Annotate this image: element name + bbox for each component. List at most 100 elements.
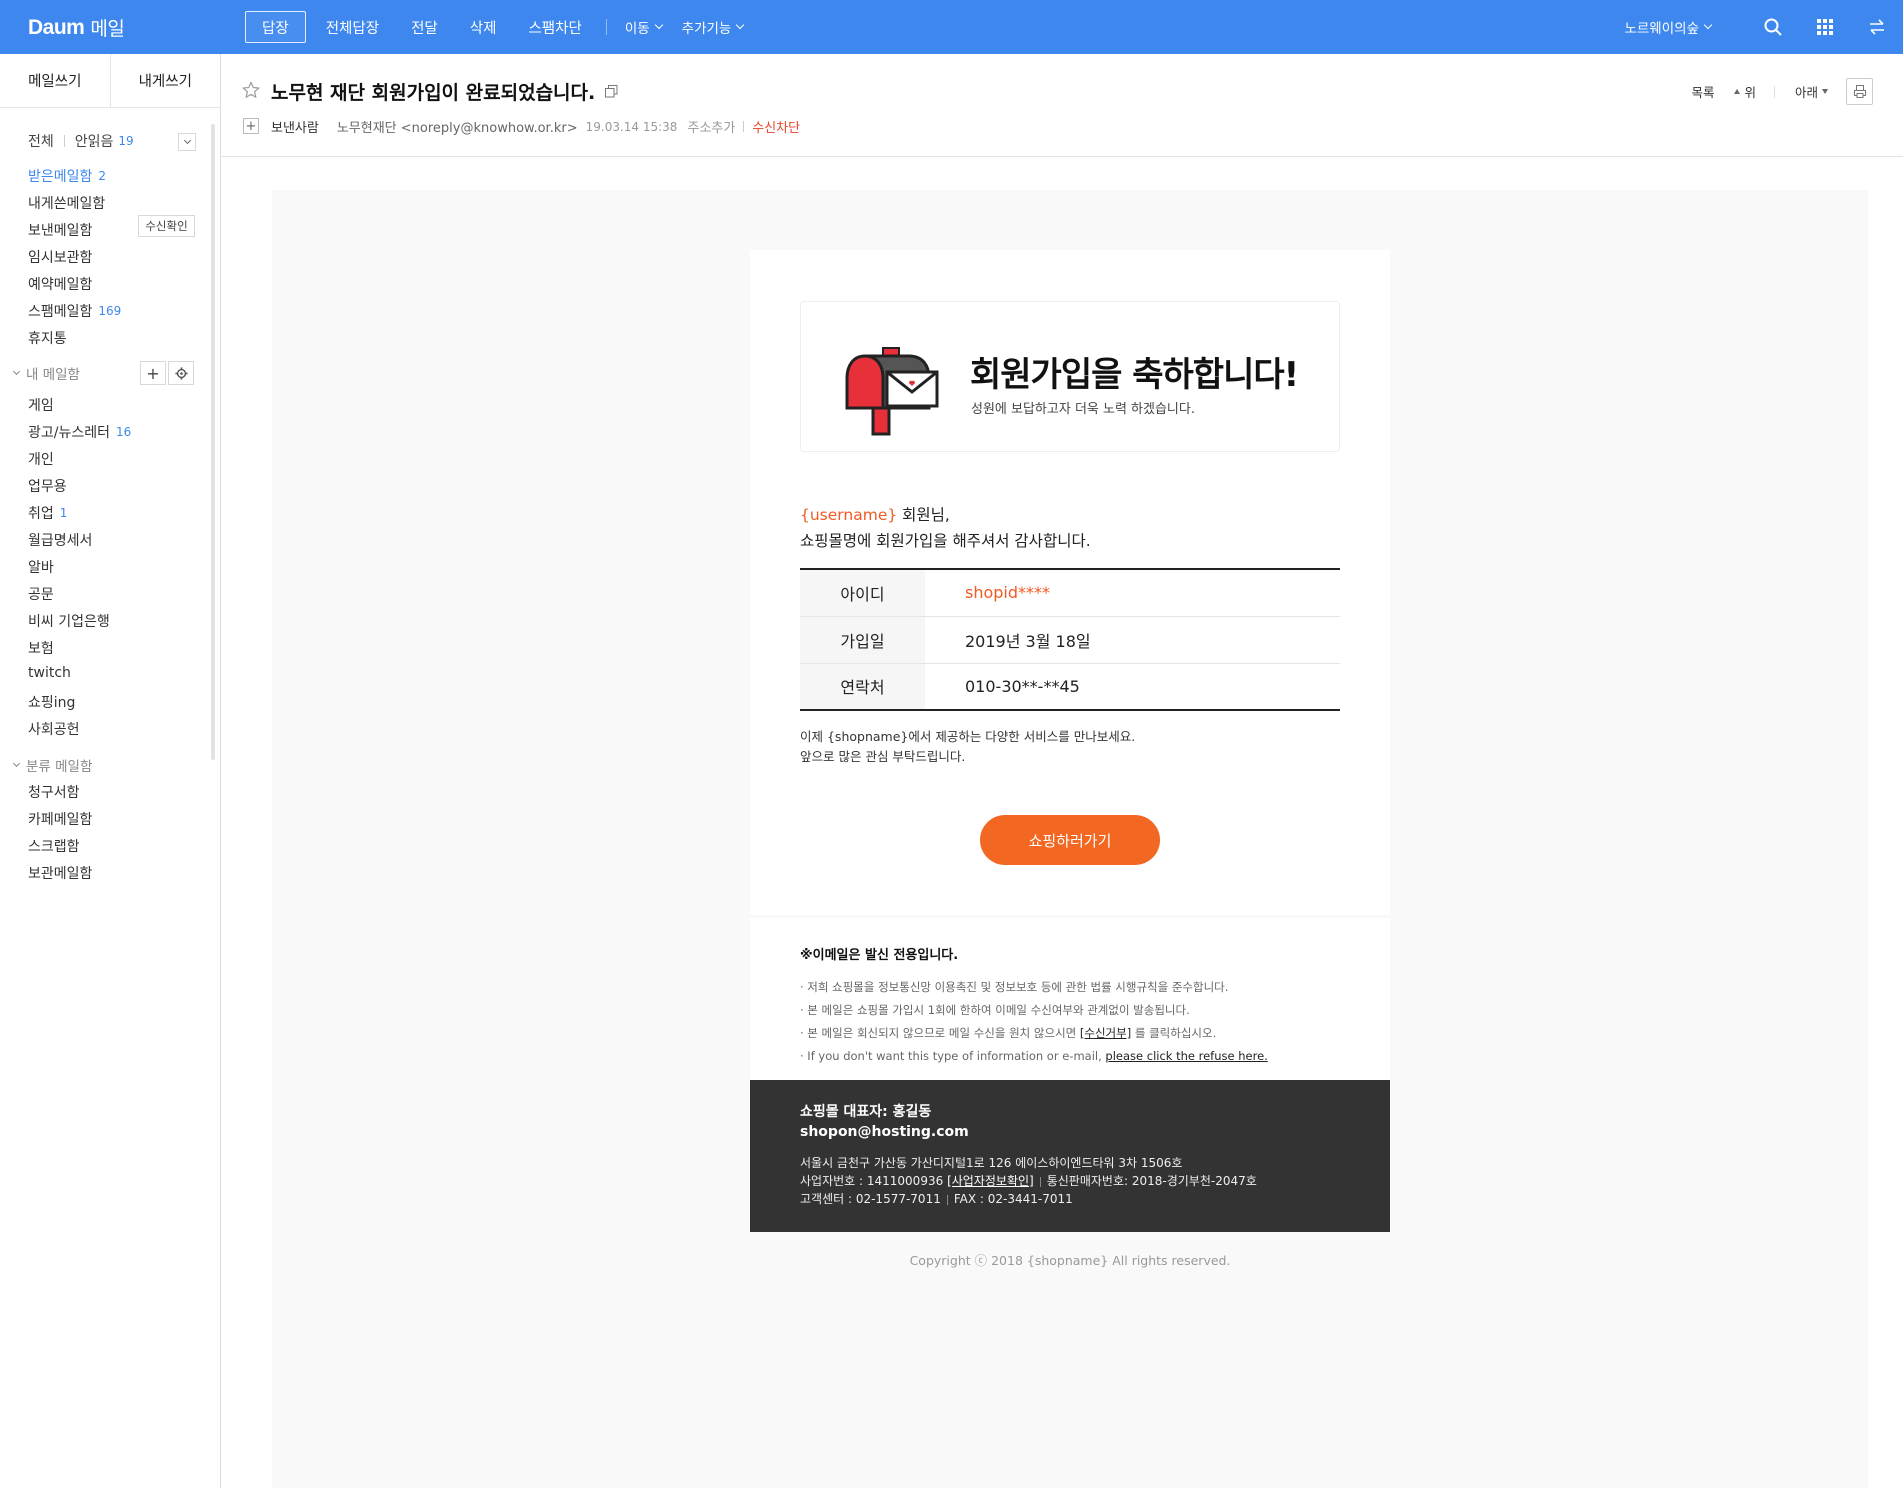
sidebar-item-ads[interactable]: 광고/뉴스레터 16: [28, 422, 131, 442]
sender-address[interactable]: 노무현재단 <noreply@knowhow.or.kr>: [337, 117, 578, 136]
folder-count: 2: [98, 169, 107, 183]
folder-label: 쇼핑ing: [28, 695, 76, 711]
read-receipt-button[interactable]: 수신확인: [138, 215, 195, 237]
mail-filter-row: 전체 안읽음 19: [28, 131, 134, 151]
cta-wrapper: 쇼핑하러가기: [800, 815, 1340, 865]
business-info-link[interactable]: [사업자정보확인]: [947, 1174, 1034, 1188]
info-value: shopid****: [925, 569, 1340, 617]
folder-label: 카페메일함: [28, 812, 93, 828]
sidebar-item-jobs[interactable]: 취업 1: [28, 503, 67, 523]
sidebar-item-to-self[interactable]: 내게쓴메일함: [28, 193, 105, 213]
hero-title: 회원가입을 축하합니다!: [970, 355, 1299, 395]
print-button[interactable]: [1846, 78, 1873, 105]
folder-label: 임시보관함: [28, 250, 93, 266]
hero-subtitle: 성원에 보답하고자 더욱 노력 하겠습니다.: [971, 402, 1195, 417]
sidebar-item-shopping[interactable]: 쇼핑ing: [28, 692, 75, 712]
mailbox-icon: [845, 347, 939, 436]
block-sender-link[interactable]: 수신차단: [752, 117, 800, 136]
sidebar-item-personal[interactable]: 개인: [28, 449, 54, 469]
unsubscribe-link[interactable]: [수신거부]: [1080, 1026, 1131, 1040]
sidebar-item-game[interactable]: 게임: [28, 395, 54, 415]
section-label: 분류 메일함: [26, 759, 93, 775]
my-mailbox-section-toggle[interactable]: 내 메일함: [12, 363, 80, 383]
category-mailbox-section-toggle[interactable]: 분류 메일함: [12, 755, 93, 775]
folder-label: 비씨 기업은행: [28, 614, 110, 630]
sidebar-item-bills[interactable]: 청구서함: [28, 782, 80, 802]
sidebar-item-inbox[interactable]: 받은메일함 2: [28, 166, 106, 186]
more-label: 추가기능: [681, 21, 732, 37]
copy-icon[interactable]: [605, 85, 618, 98]
section-label: 내 메일함: [26, 367, 80, 383]
message-header: 노무현 재단 회원가입이 완료되었습니다. + 보낸사람 노무현재단 <nore…: [222, 54, 1903, 157]
sidebar-item-cafe[interactable]: 카페메일함: [28, 809, 92, 829]
chevron-down-icon: [12, 759, 21, 767]
mail-service-label: 메일: [90, 18, 125, 40]
folder-collapse-button[interactable]: [178, 133, 196, 151]
sidebar: 메일쓰기 내게쓰기 전체 안읽음 19 받은메일함 2 내게쓴메일함 보낸메일함 …: [0, 54, 221, 1488]
folder-label: 스팸메일함: [28, 304, 93, 320]
daum-mail-logo[interactable]: Daum 메일: [28, 14, 125, 41]
prev-button[interactable]: 위: [1734, 82, 1756, 101]
folder-label: 업무용: [28, 479, 67, 495]
folder-label: 개인: [28, 452, 54, 468]
plus-icon: +: [245, 118, 257, 134]
sidebar-item-work[interactable]: 업무용: [28, 476, 67, 496]
info-key: 가입일: [800, 616, 925, 664]
folder-label: 월급명세서: [28, 533, 93, 549]
sidebar-item-twitch[interactable]: twitch: [28, 665, 71, 681]
next-button[interactable]: 아래: [1795, 82, 1828, 101]
filter-unread[interactable]: 안읽음: [75, 131, 114, 151]
sidebar-item-bank[interactable]: 비씨 기업은행: [28, 611, 110, 631]
folder-label: 보험: [28, 641, 54, 657]
sidebar-item-insurance[interactable]: 보험: [28, 638, 54, 658]
divider: [1773, 85, 1775, 98]
go-shopping-button[interactable]: 쇼핑하러가기: [980, 815, 1160, 865]
footer-address: 서울시 금천구 가산동 가산디지털1로 126 에이스하이엔드타워 3차 150…: [800, 1156, 1183, 1170]
chevron-down-icon: [12, 367, 21, 375]
sidebar-item-trash[interactable]: 휴지통: [28, 328, 67, 348]
sidebar-item-drafts[interactable]: 임시보관함: [28, 247, 92, 267]
switch-view-button[interactable]: [1851, 0, 1903, 54]
sidebar-item-scrap[interactable]: 스크랩함: [28, 836, 80, 856]
forward-button[interactable]: 전달: [395, 11, 454, 43]
notice-line-1: · 저희 쇼핑몰을 정보통신망 이용촉진 및 정보보호 등에 관한 법률 시행규…: [800, 980, 1229, 994]
reply-button[interactable]: 답장: [245, 11, 306, 43]
sidebar-item-official[interactable]: 공문: [28, 584, 54, 604]
sidebar-item-payslip[interactable]: 월급명세서: [28, 530, 92, 550]
sidebar-scrollbar[interactable]: [211, 124, 215, 760]
sidebar-item-social[interactable]: 사회공헌: [28, 719, 80, 739]
move-dropdown[interactable]: 이동: [615, 11, 672, 43]
folder-label: 예약메일함: [28, 277, 93, 293]
greeting-line-1: {username} 회원님,: [800, 502, 1340, 528]
filter-all[interactable]: 전체: [28, 131, 54, 151]
user-menu[interactable]: 노르웨이의숲: [1624, 17, 1713, 37]
list-button[interactable]: 목록: [1691, 82, 1714, 101]
sidebar-item-spam[interactable]: 스팸메일함 169: [28, 301, 121, 321]
add-contact-link[interactable]: 주소추가: [687, 117, 735, 136]
sidebar-item-sent[interactable]: 보낸메일함: [28, 220, 92, 240]
notice-title: ※이메일은 발신 전용입니다.: [800, 948, 959, 963]
search-icon: [1764, 18, 1782, 36]
top-bar: Daum 메일 답장 전체답장 전달 삭제 스팸차단 이동 추가기능 노르웨이의…: [0, 0, 1903, 54]
refuse-link[interactable]: please click the refuse here.: [1105, 1049, 1267, 1063]
write-to-self-button[interactable]: 내게쓰기: [111, 54, 221, 107]
sidebar-item-archive[interactable]: 보관메일함: [28, 863, 92, 883]
more-functions-dropdown[interactable]: 추가기능: [672, 11, 754, 43]
unread-count: 19: [118, 134, 134, 148]
note-line-1: 이제 {shopname}에서 제공하는 다양한 서비스를 만나보세요.: [800, 729, 1136, 744]
chevron-down-icon: [736, 20, 745, 30]
expand-recipients-button[interactable]: +: [243, 118, 259, 134]
star-icon[interactable]: [242, 81, 260, 99]
notice-line-2: · 본 메일은 쇼핑몰 가입시 1회에 한하여 이메일 수신여부와 관계없이 발…: [800, 1003, 1190, 1017]
sidebar-item-scheduled[interactable]: 예약메일함: [28, 274, 92, 294]
add-folder-button[interactable]: +: [140, 361, 166, 385]
footer-ceo: 쇼핑몰 대표자: 홍길동: [800, 1104, 932, 1120]
sidebar-item-parttime[interactable]: 알바: [28, 557, 54, 577]
apps-button[interactable]: [1799, 0, 1851, 54]
spam-block-button[interactable]: 스팸차단: [512, 11, 597, 43]
reply-all-button[interactable]: 전체답장: [310, 11, 395, 43]
delete-button[interactable]: 삭제: [454, 11, 513, 43]
search-button[interactable]: [1747, 0, 1799, 54]
folder-settings-button[interactable]: [168, 361, 194, 385]
compose-button[interactable]: 메일쓰기: [0, 54, 111, 107]
